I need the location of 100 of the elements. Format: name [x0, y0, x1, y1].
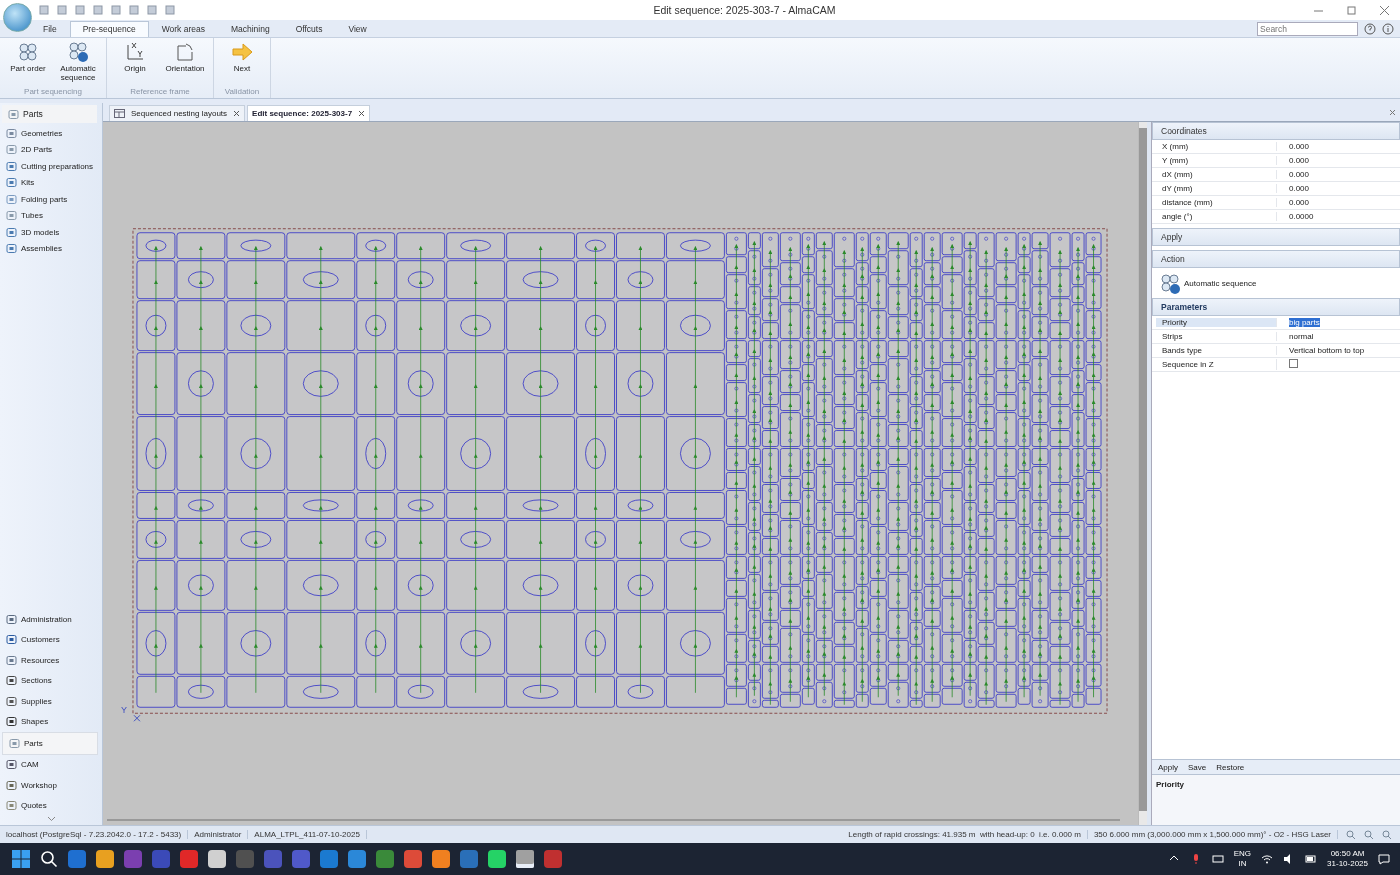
search-field[interactable]: Search [1257, 21, 1358, 36]
module-item[interactable]: Workshop [0, 775, 102, 796]
app-icon[interactable] [544, 850, 562, 868]
wifi-icon[interactable] [1261, 853, 1274, 865]
sidebar-item[interactable]: Kits [0, 174, 102, 191]
app-icon[interactable] [460, 850, 478, 868]
action-label[interactable]: Automatic sequence [1184, 278, 1257, 288]
property-value[interactable]: 0.000 [1276, 142, 1400, 151]
app-icon[interactable] [432, 850, 450, 868]
property-value[interactable]: 0.0000 [1276, 212, 1400, 221]
battery-icon[interactable] [1305, 853, 1318, 865]
module-item[interactable]: Quotes [0, 795, 102, 816]
app-icon[interactable] [68, 850, 86, 868]
panel-button[interactable]: Apply [1158, 762, 1178, 772]
app-icon[interactable] [124, 850, 142, 868]
notification-icon[interactable] [1378, 853, 1390, 865]
horizontal-scrollbar[interactable] [107, 819, 1120, 821]
property-value[interactable]: big parts [1289, 318, 1320, 327]
close-icon[interactable] [1379, 4, 1390, 16]
property-value[interactable]: 0.000 [1276, 170, 1400, 179]
app-icon[interactable] [264, 850, 282, 868]
module-item[interactable]: Sections [0, 670, 102, 691]
clock-time[interactable]: 06:50 AM [1330, 849, 1365, 859]
property-label: angle (°) [1161, 212, 1194, 221]
ribbon-tab[interactable]: Offcuts [282, 21, 336, 37]
parameter-row[interactable]: Priority big parts [1152, 316, 1400, 330]
document-tab[interactable]: Edit sequence: 2025-303-7 [247, 105, 371, 121]
automatic-sequence-icon [1158, 272, 1180, 294]
ribbon-button[interactable]: Orientation [161, 40, 209, 87]
help-icon[interactable] [1364, 22, 1376, 35]
document-tab[interactable]: Sequenced nesting layouts [109, 105, 246, 121]
sidebar-item[interactable]: Cutting preparations [0, 158, 102, 175]
app-icon[interactable] [348, 850, 366, 868]
toolbar-icon[interactable] [92, 4, 104, 16]
ribbon-tab[interactable]: Machining [217, 21, 283, 37]
ribbon-tab[interactable]: View [335, 21, 380, 37]
toolbar-icon[interactable] [110, 4, 122, 16]
search-icon[interactable] [40, 850, 58, 868]
app-icon[interactable] [376, 850, 394, 868]
language-indicator[interactable]: ENG [1233, 849, 1252, 859]
app-icon[interactable] [488, 850, 506, 868]
maximize-icon[interactable] [1346, 4, 1357, 16]
property-label: Priority [1156, 318, 1276, 327]
property-value[interactable]: 0.000 [1276, 184, 1400, 193]
panel-button[interactable]: Restore [1216, 762, 1245, 772]
parameter-row[interactable]: Strips normal [1152, 330, 1400, 344]
sidebar-item[interactable]: Geometries [0, 125, 102, 142]
ribbon-tab[interactable]: Pre-sequence [69, 21, 149, 37]
app-icon[interactable] [404, 850, 422, 868]
property-value[interactable]: Vertical bottom to top [1289, 346, 1365, 355]
close-icon[interactable] [358, 110, 366, 117]
chevron-down-icon[interactable] [46, 816, 56, 822]
toolbar-icon[interactable] [38, 4, 50, 16]
close-icon[interactable] [233, 110, 241, 117]
app-icon[interactable] [180, 850, 198, 868]
parameter-row[interactable]: Sequence in Z [1152, 358, 1400, 372]
vertical-scrollbar[interactable] [1139, 128, 1147, 811]
toolbar-icon[interactable] [74, 4, 86, 16]
module-item[interactable]: CAM [0, 754, 102, 775]
toolbar-icon[interactable] [164, 4, 176, 16]
ribbon-button[interactable]: Origin [111, 40, 159, 87]
module-item[interactable]: Parts [2, 732, 98, 755]
ribbon-tab[interactable]: File [30, 21, 70, 37]
app-icon[interactable] [208, 850, 226, 868]
toolbar-icon[interactable] [128, 4, 140, 16]
module-item[interactable]: Resources [0, 650, 102, 671]
toolbar-icon[interactable] [146, 4, 158, 16]
module-item[interactable]: Shapes [0, 711, 102, 732]
region-indicator[interactable]: IN [1238, 859, 1247, 869]
ribbon-button[interactable]: Next [218, 40, 266, 87]
ribbon-button[interactable]: Part order [4, 40, 52, 87]
close-icon[interactable] [1389, 108, 1396, 116]
sidebar-item[interactable]: Assemblies [0, 240, 102, 257]
module-item[interactable]: Customers [0, 629, 102, 650]
module-item[interactable]: Supplies [0, 691, 102, 712]
sidebar-header-label: Parts [23, 109, 43, 119]
parameter-row[interactable]: Bands type Vertical bottom to top [1152, 344, 1400, 358]
app-icon[interactable] [292, 850, 310, 868]
property-value[interactable]: normal [1289, 332, 1314, 341]
info-icon[interactable] [1382, 22, 1394, 35]
apply-button[interactable]: Apply [1152, 228, 1400, 246]
sidebar-item[interactable]: 3D models [0, 224, 102, 241]
windows-logo-icon[interactable] [12, 850, 30, 868]
clock-date[interactable]: 31-10-2025 [1327, 859, 1368, 869]
app-icon[interactable] [516, 850, 534, 868]
property-value[interactable]: 0.000 [1276, 198, 1400, 207]
sidebar-item[interactable]: Folding parts [0, 191, 102, 208]
checkbox[interactable] [1289, 359, 1298, 368]
ribbon-button[interactable]: Automatic sequence [54, 40, 102, 87]
module-item[interactable]: Administration [0, 609, 102, 630]
toolbar-icon[interactable] [56, 4, 68, 16]
sidebar-header[interactable]: Parts [2, 105, 97, 123]
app-icon[interactable] [320, 850, 338, 868]
panel-button[interactable]: Save [1188, 762, 1207, 772]
part-order-icon [16, 40, 40, 64]
sidebar-item[interactable]: 2D Parts [0, 141, 102, 158]
app-icon[interactable] [96, 850, 114, 868]
property-value[interactable]: 0.000 [1276, 156, 1400, 165]
ribbon-tab[interactable]: Work areas [148, 21, 218, 37]
sidebar-item[interactable]: Tubes [0, 207, 102, 224]
